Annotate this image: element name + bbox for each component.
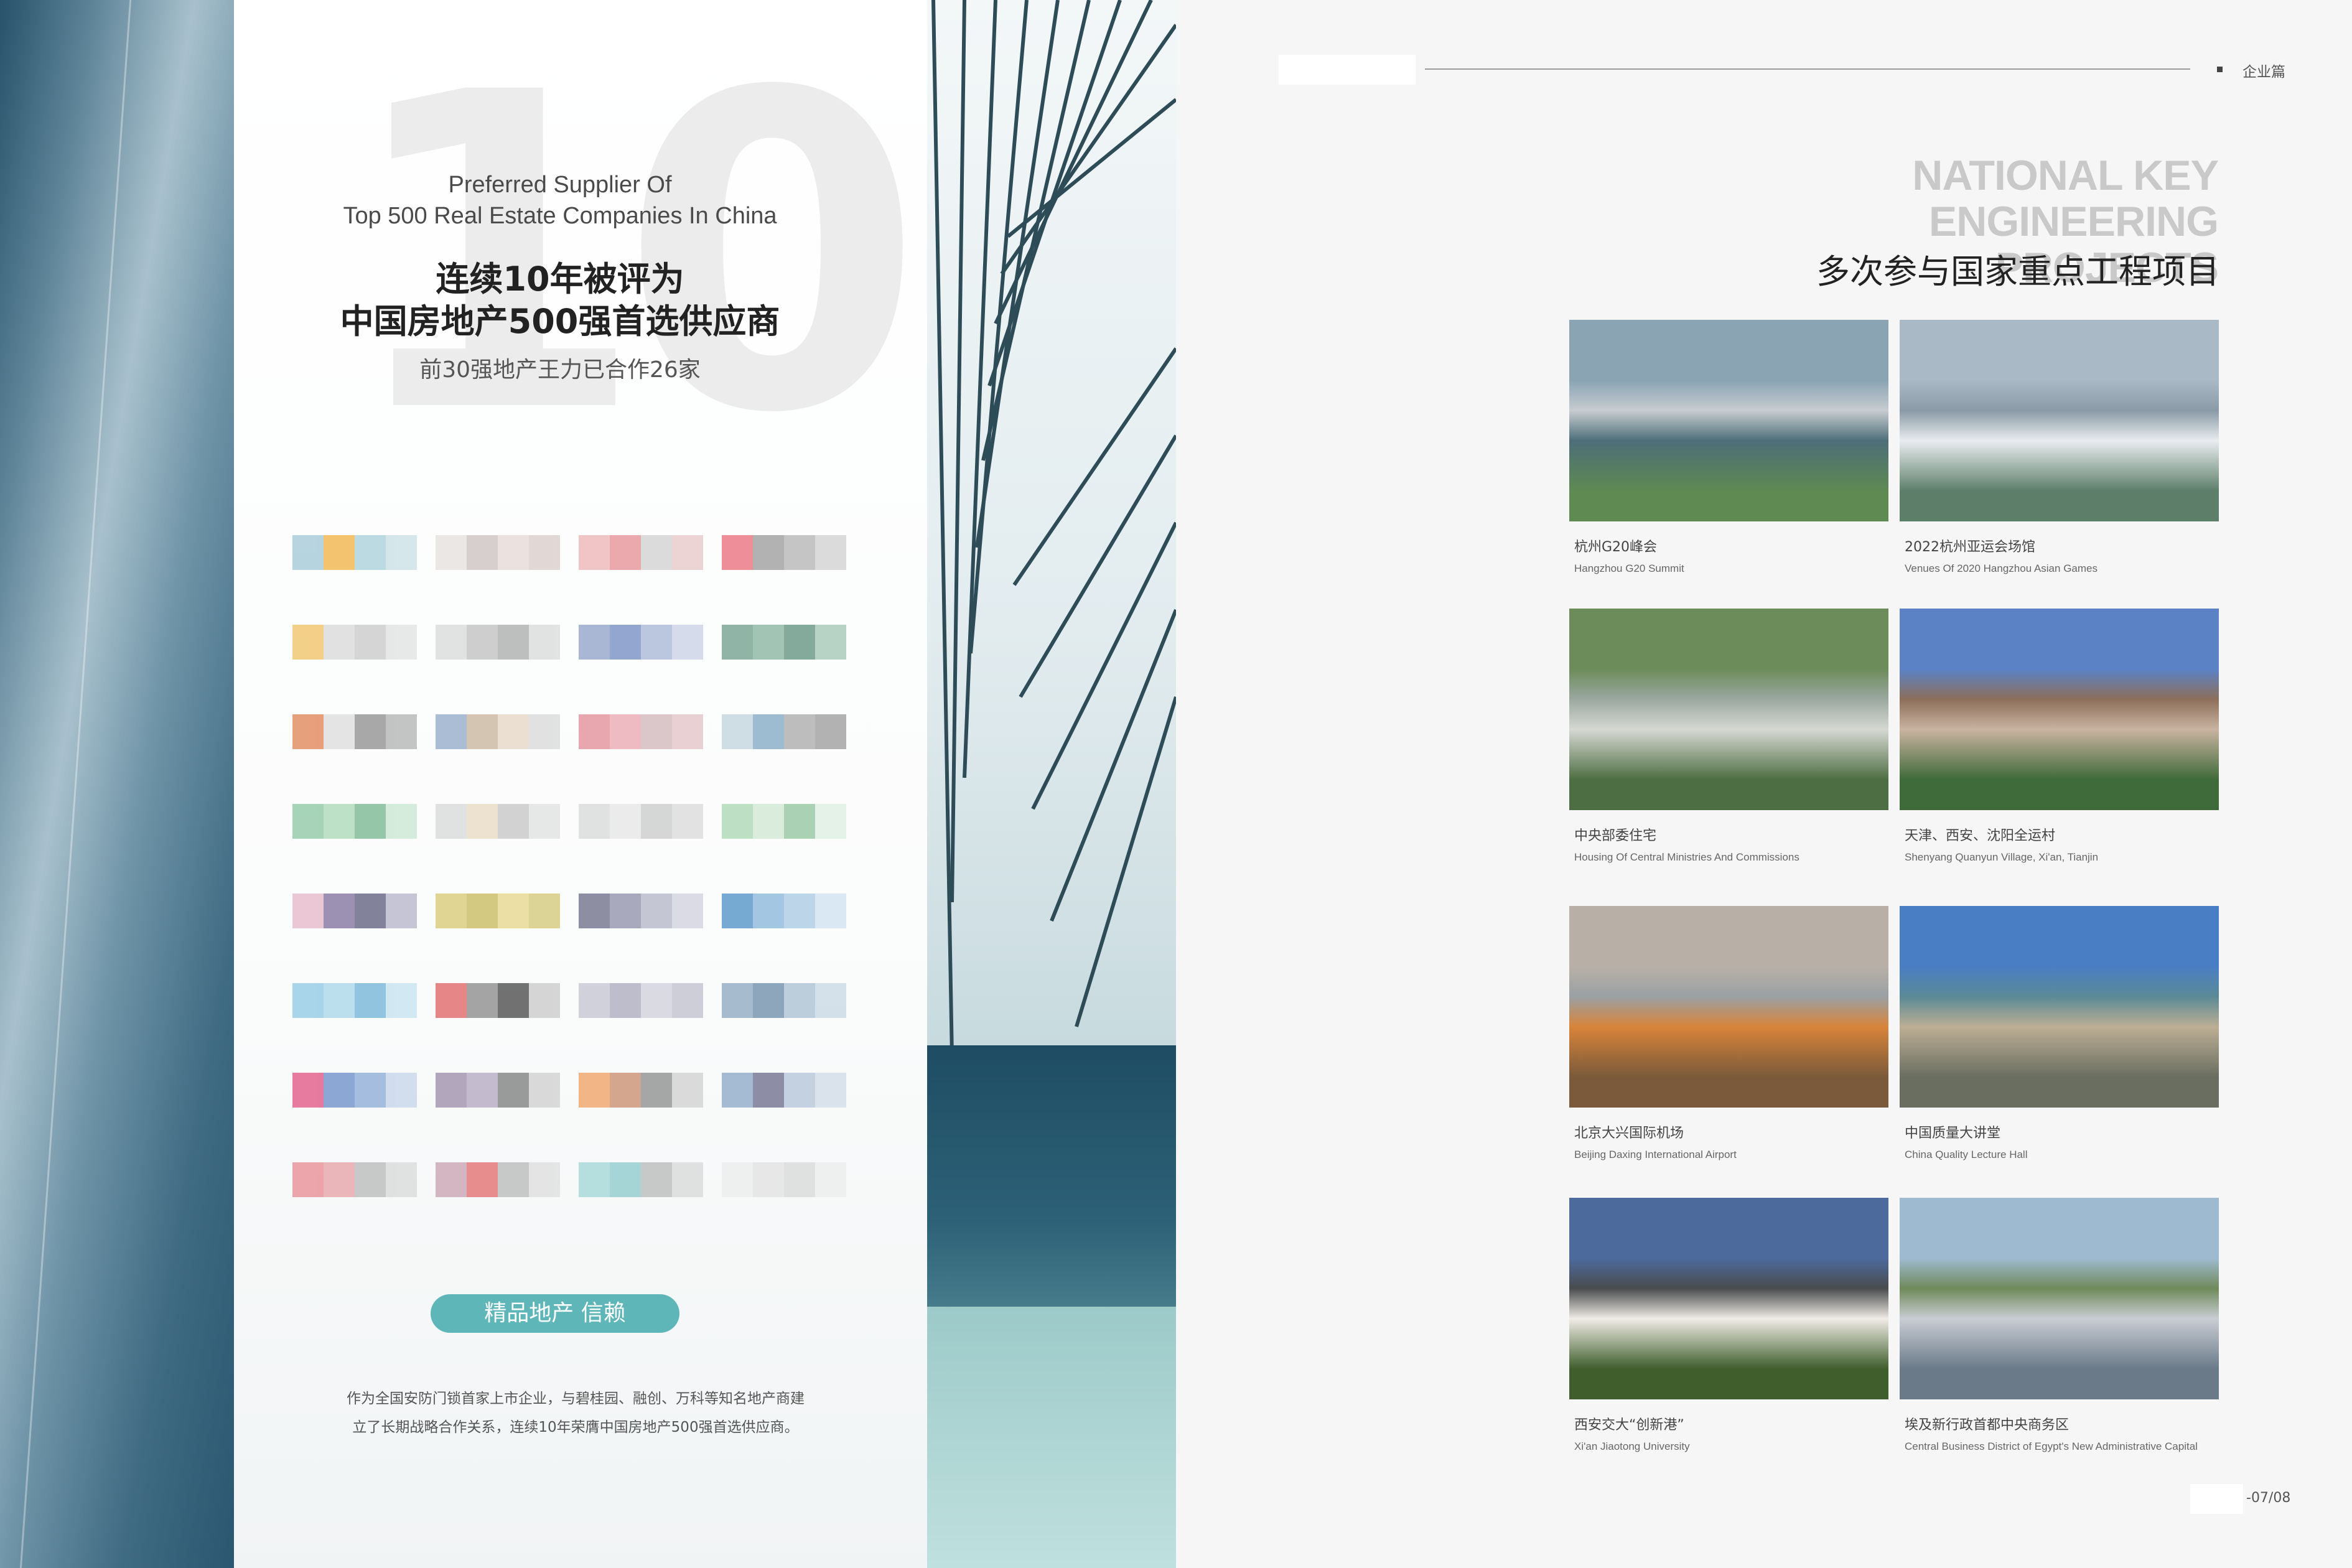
partner-logo xyxy=(722,1162,846,1197)
project-caption-chinese: 中国质量大讲堂 xyxy=(1905,1126,2001,1141)
project-caption-english: Shenyang Quanyun Village, Xi'an, Tianjin xyxy=(1905,851,2099,863)
project-caption-chinese: 2022杭州亚运会场馆 xyxy=(1905,539,2035,555)
project-caption-chinese: 杭州G20峰会 xyxy=(1574,539,1658,555)
bridge-deck-shadow xyxy=(927,1045,1176,1338)
project-caption-english: Venues Of 2020 Hangzhou Asian Games xyxy=(1905,562,2098,574)
hero-english-line-1: Preferred Supplier Of xyxy=(448,172,672,198)
project-caption-chinese: 埃及新行政首都中央商务区 xyxy=(1905,1417,2070,1433)
partner-logo xyxy=(436,625,560,660)
project-photo xyxy=(1569,1198,1888,1399)
project-caption-english: Hangzhou G20 Summit xyxy=(1574,562,1684,574)
hero-chinese-line-2: 中国房地产500强首选供应商 xyxy=(340,302,780,341)
hero-subtitle: 前30强地产王力已合作26家 xyxy=(419,357,701,383)
partner-logo xyxy=(436,894,560,928)
hero-english-heading: Preferred Supplier Of Top 500 Real Estat… xyxy=(336,169,784,231)
page-number-box xyxy=(2190,1484,2243,1514)
hero-chinese-line-1: 连续10年被评为 xyxy=(436,259,684,299)
partner-logo xyxy=(292,714,417,749)
project-photo xyxy=(1900,320,2219,521)
partner-logo xyxy=(579,983,703,1018)
hero-english-line-2: Top 500 Real Estate Companies In China xyxy=(343,203,777,229)
partner-logo xyxy=(579,535,703,570)
bridge-deck-light xyxy=(927,1307,1176,1568)
project-caption-english: China Quality Lecture Hall xyxy=(1905,1149,2028,1160)
project-caption-chinese: 中央部委住宅 xyxy=(1574,828,1657,844)
partner-logo xyxy=(436,983,560,1018)
partner-logo xyxy=(436,535,560,570)
project-photo xyxy=(1569,906,1888,1108)
partner-logo xyxy=(722,625,846,660)
project-caption-chinese: 北京大兴国际机场 xyxy=(1574,1126,1684,1141)
description-line-1: 作为全国安防门锁首家上市企业，与碧桂园、融创、万科等知名地产商建 xyxy=(347,1391,805,1407)
partner-logo xyxy=(436,1162,560,1197)
partner-logo xyxy=(292,1162,417,1197)
partner-logo xyxy=(579,804,703,839)
project-photo xyxy=(1569,320,1888,521)
project-caption-chinese: 天津、西安、沈阳全运村 xyxy=(1905,828,2056,844)
project-caption-chinese: 西安交大“创新港” xyxy=(1574,1417,1684,1433)
project-photo xyxy=(1569,609,1888,810)
partner-logo xyxy=(722,983,846,1018)
section-title-english-line-1: NATIONAL KEY xyxy=(1912,152,2219,199)
partner-logo xyxy=(292,1073,417,1108)
partner-logo xyxy=(579,625,703,660)
project-photo xyxy=(1900,906,2219,1108)
header-square-bullet-icon xyxy=(2217,67,2223,72)
project-photo xyxy=(1900,1198,2219,1399)
bridge-cables xyxy=(931,0,1176,1058)
header-rule xyxy=(1425,68,2190,70)
hero-chinese-heading: 连续10年被评为 中国房地产500强首选供应商 xyxy=(311,258,809,343)
project-caption-english: Xi'an Jiaotong University xyxy=(1574,1440,1690,1452)
partner-logo xyxy=(579,714,703,749)
description-text: 作为全国安防门锁首家上市企业，与碧桂园、融创、万科等知名地产商建 立了长期战略合… xyxy=(336,1384,815,1442)
project-caption-english: Housing Of Central Ministries And Commis… xyxy=(1574,851,1799,863)
description-line-2: 立了长期战略合作关系，连续10年荣膺中国房地产500强首选供应商。 xyxy=(352,1419,799,1435)
architecture-photo-left xyxy=(0,0,236,1568)
partner-logo xyxy=(722,894,846,928)
partner-logo xyxy=(436,714,560,749)
big-number-watermark: 10 xyxy=(342,1,923,508)
partner-logo xyxy=(722,1073,846,1108)
partner-logo xyxy=(722,714,846,749)
page-number: -07/08 xyxy=(2246,1490,2291,1506)
project-photo xyxy=(1900,609,2219,810)
project-caption-english: Central Business District of Egypt's New… xyxy=(1905,1440,2198,1452)
partner-logo xyxy=(292,804,417,839)
partner-logo xyxy=(579,1073,703,1108)
partner-logo xyxy=(436,804,560,839)
partner-logo xyxy=(579,894,703,928)
partner-logo xyxy=(292,894,417,928)
partner-logo xyxy=(292,625,417,660)
partner-logo xyxy=(579,1162,703,1197)
partner-logo xyxy=(292,983,417,1018)
header-blank-box xyxy=(1279,55,1416,85)
partner-logo xyxy=(722,535,846,570)
partner-logo xyxy=(722,804,846,839)
section-title-chinese: 多次参与国家重点工程项目 xyxy=(1816,252,2219,291)
project-caption-english: Beijing Daxing International Airport xyxy=(1574,1149,1737,1160)
partner-logo xyxy=(292,535,417,570)
partner-logo xyxy=(436,1073,560,1108)
section-label: 企业篇 xyxy=(2242,64,2285,80)
partner-logo-grid xyxy=(292,535,871,1197)
tagline-badge: 精品地产 信赖 xyxy=(431,1294,679,1333)
